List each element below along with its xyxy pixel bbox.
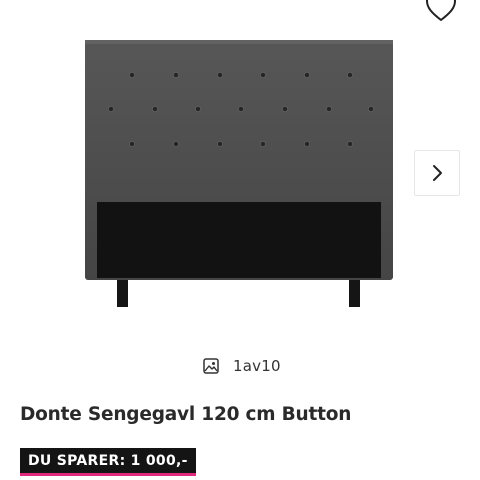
chevron-right-icon bbox=[433, 165, 442, 181]
savings-badge: DU SPARER: 1 000,- bbox=[20, 448, 196, 476]
counter-separator: av bbox=[242, 357, 262, 375]
counter-total: 10 bbox=[261, 357, 281, 375]
product-title: Donte Sengegavl 120 cm Button bbox=[20, 404, 352, 425]
image-icon bbox=[203, 358, 219, 374]
product-image[interactable] bbox=[78, 34, 402, 314]
image-counter: 1av10 bbox=[203, 356, 281, 376]
image-counter-text: 1av10 bbox=[233, 357, 281, 375]
next-image-button[interactable] bbox=[414, 150, 460, 196]
counter-current: 1 bbox=[233, 357, 243, 375]
heart-icon bbox=[426, 0, 456, 21]
wishlist-button[interactable] bbox=[422, 0, 460, 24]
headboard-illustration bbox=[85, 40, 393, 307]
